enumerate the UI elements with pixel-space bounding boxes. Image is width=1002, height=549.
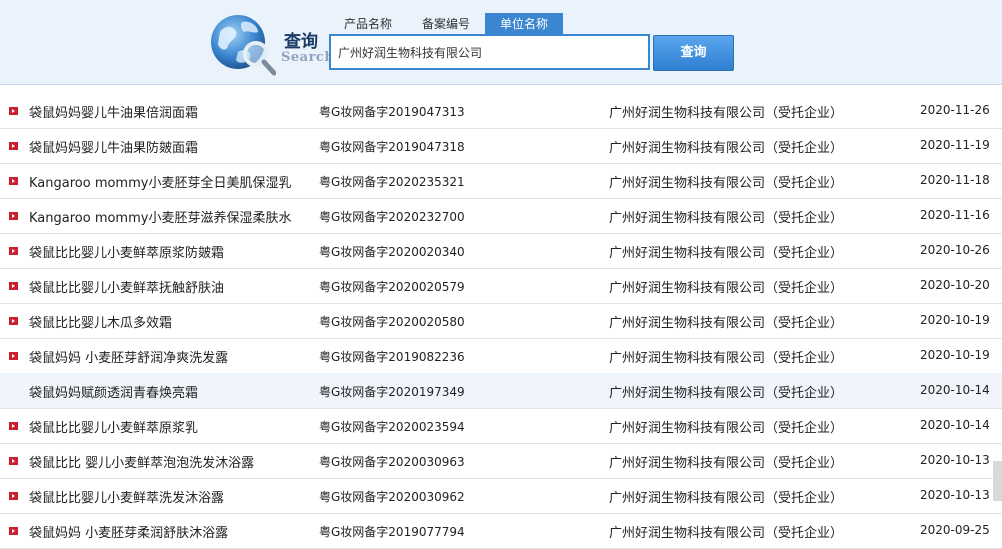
table-row[interactable]: 袋鼠比比婴儿小麦鲜萃洗发沐浴露 粤G妆网备字2020030962 广州好润生物科技有… bbox=[0, 478, 1002, 514]
record-number: 粤G妆网备字2020232700 bbox=[319, 210, 465, 224]
product-name-link[interactable]: 袋鼠妈妈 小麦胚芽柔润舒肤沐浴露 bbox=[29, 522, 228, 541]
company-name: 广州好润生物科技有限公司（受托企业） bbox=[609, 351, 844, 366]
product-name-link[interactable]: 袋鼠比比婴儿小麦鲜萃洗发沐浴露 bbox=[29, 487, 224, 506]
arrow-bullet-icon bbox=[9, 107, 18, 115]
search-button[interactable]: 查询 bbox=[653, 35, 734, 71]
record-date: 2020-11-18 bbox=[920, 173, 990, 187]
record-number: 粤G妆网备字2020235321 bbox=[319, 175, 465, 189]
globe-magnifier-icon bbox=[211, 15, 276, 76]
record-number: 粤G妆网备字2020020579 bbox=[319, 280, 465, 294]
arrow-bullet-icon bbox=[9, 212, 18, 220]
table-row[interactable]: 袋鼠妈妈婴儿牛油果倍润面霜 粤G妆网备字2019047313 广州好润生物科技有限公… bbox=[0, 93, 1002, 129]
company-name: 广州好润生物科技有限公司（受托企业） bbox=[609, 106, 844, 121]
record-number: 粤G妆网备字2020030962 bbox=[319, 490, 465, 504]
record-number: 粤G妆网备字2019082236 bbox=[319, 350, 465, 364]
tab-record-number[interactable]: 备案编号 bbox=[408, 13, 484, 35]
arrow-bullet-icon bbox=[9, 317, 18, 325]
company-name: 广州好润生物科技有限公司（受托企业） bbox=[609, 456, 844, 471]
tab-product-name[interactable]: 产品名称 bbox=[330, 13, 406, 35]
record-date: 2020-11-19 bbox=[920, 138, 990, 152]
product-name-link[interactable]: 袋鼠妈妈婴儿牛油果倍润面霜 bbox=[29, 102, 198, 121]
record-number: 粤G妆网备字2020023594 bbox=[319, 420, 465, 434]
table-row[interactable]: Kangaroo mommy小麦胚芽滋养保湿柔肤水 粤G妆网备字202023270… bbox=[0, 198, 1002, 234]
company-name: 广州好润生物科技有限公司（受托企业） bbox=[609, 141, 844, 156]
table-row[interactable]: 袋鼠妈妈 小麦胚芽舒润净爽洗发露 粤G妆网备字2019082236 广州好润生物科技… bbox=[0, 338, 1002, 374]
product-name-link[interactable]: 袋鼠妈妈 小麦胚芽舒润净爽洗发露 bbox=[29, 347, 228, 366]
record-number: 粤G妆网备字2019047318 bbox=[319, 140, 465, 154]
company-name: 广州好润生物科技有限公司（受托企业） bbox=[609, 246, 844, 261]
record-number: 粤G妆网备字2019047313 bbox=[319, 105, 465, 119]
product-name-link[interactable]: 袋鼠比比婴儿小麦鲜萃原浆防皴霜 bbox=[29, 242, 224, 261]
company-name: 广州好润生物科技有限公司（受托企业） bbox=[609, 316, 844, 331]
product-name-link[interactable]: 袋鼠妈妈婴儿牛油果防皴面霜 bbox=[29, 137, 198, 156]
arrow-bullet-icon bbox=[9, 352, 18, 360]
record-date: 2020-11-26 bbox=[920, 103, 990, 117]
record-date: 2020-10-13 bbox=[920, 488, 990, 502]
product-name-link[interactable]: 袋鼠比比 婴儿小麦鲜萃泡泡洗发沐浴露 bbox=[29, 452, 254, 471]
record-date: 2020-10-19 bbox=[920, 348, 990, 362]
product-name-link[interactable]: 袋鼠比比婴儿小麦鲜萃抚触舒肤油 bbox=[29, 277, 224, 296]
arrow-bullet-icon bbox=[9, 177, 18, 185]
record-number: 粤G妆网备字2020020340 bbox=[319, 245, 465, 259]
arrow-bullet-icon bbox=[9, 492, 18, 500]
table-row[interactable]: 袋鼠比比婴儿小麦鲜萃原浆乳 粤G妆网备字2020023594 广州好润生物科技有限公… bbox=[0, 408, 1002, 444]
company-name: 广州好润生物科技有限公司（受托企业） bbox=[609, 421, 844, 436]
table-row[interactable]: 袋鼠比比婴儿小麦鲜萃原浆防皴霜 粤G妆网备字2020020340 广州好润生物科技有… bbox=[0, 233, 1002, 269]
search-header: 查询 Search 产品名称 备案编号 单位名称 查询 bbox=[0, 0, 1002, 85]
arrow-bullet-icon bbox=[9, 282, 18, 290]
record-number: 粤G妆网备字2020030963 bbox=[319, 455, 465, 469]
product-name-link[interactable]: Kangaroo mommy小麦胚芽全日美肌保湿乳 bbox=[29, 172, 291, 191]
search-subtitle: Search bbox=[281, 50, 335, 65]
company-name: 广州好润生物科技有限公司（受托企业） bbox=[609, 491, 844, 506]
arrow-bullet-icon bbox=[9, 457, 18, 465]
record-number: 粤G妆网备字2020020580 bbox=[319, 315, 465, 329]
arrow-bullet-icon bbox=[9, 142, 18, 150]
arrow-bullet-icon bbox=[9, 422, 18, 430]
company-name: 广州好润生物科技有限公司（受托企业） bbox=[609, 281, 844, 296]
table-row[interactable]: Kangaroo mommy小麦胚芽全日美肌保湿乳 粤G妆网备字202023532… bbox=[0, 163, 1002, 199]
record-date: 2020-10-20 bbox=[920, 278, 990, 292]
company-name: 广州好润生物科技有限公司（受托企业） bbox=[609, 211, 844, 226]
company-name: 广州好润生物科技有限公司（受托企业） bbox=[609, 176, 844, 191]
search-input[interactable] bbox=[329, 34, 650, 70]
arrow-bullet-icon bbox=[9, 527, 18, 535]
company-name: 广州好润生物科技有限公司（受托企业） bbox=[609, 386, 844, 401]
product-name-link[interactable]: Kangaroo mommy小麦胚芽滋养保湿柔肤水 bbox=[29, 207, 291, 226]
scrollbar-thumb[interactable] bbox=[993, 461, 1002, 501]
record-date: 2020-10-13 bbox=[920, 453, 990, 467]
product-name-link[interactable]: 袋鼠妈妈赋颜透润青春焕亮霜 bbox=[29, 382, 198, 401]
record-date: 2020-10-19 bbox=[920, 313, 990, 327]
company-name: 广州好润生物科技有限公司（受托企业） bbox=[609, 526, 844, 541]
record-number: 粤G妆网备字2020197349 bbox=[319, 385, 465, 399]
record-date: 2020-09-25 bbox=[920, 523, 990, 537]
table-row[interactable]: 袋鼠妈妈 小麦胚芽柔润舒肤沐浴露 粤G妆网备字2019077794 广州好润生物科技… bbox=[0, 513, 1002, 549]
table-row[interactable]: 袋鼠妈妈婴儿牛油果防皴面霜 粤G妆网备字2019047318 广州好润生物科技有限公… bbox=[0, 128, 1002, 164]
record-number: 粤G妆网备字2019077794 bbox=[319, 525, 465, 539]
table-row[interactable]: 袋鼠妈妈赋颜透润青春焕亮霜 粤G妆网备字2020197349 广州好润生物科技有限公… bbox=[0, 373, 1002, 409]
table-row[interactable]: 袋鼠比比 婴儿小麦鲜萃泡泡洗发沐浴露 粤G妆网备字2020030963 广州好润生物… bbox=[0, 443, 1002, 479]
record-date: 2020-10-14 bbox=[920, 383, 990, 397]
record-date: 2020-10-14 bbox=[920, 418, 990, 432]
search-title: 查询 bbox=[284, 32, 318, 52]
table-row[interactable]: 袋鼠比比婴儿小麦鲜萃抚触舒肤油 粤G妆网备字2020020579 广州好润生物科技有… bbox=[0, 268, 1002, 304]
tab-company-name[interactable]: 单位名称 bbox=[485, 13, 563, 35]
record-date: 2020-11-16 bbox=[920, 208, 990, 222]
product-name-link[interactable]: 袋鼠比比婴儿小麦鲜萃原浆乳 bbox=[29, 417, 198, 436]
table-row[interactable]: 袋鼠比比婴儿木瓜多效霜 粤G妆网备字2020020580 广州好润生物科技有限公司（… bbox=[0, 303, 1002, 339]
product-name-link[interactable]: 袋鼠比比婴儿木瓜多效霜 bbox=[29, 312, 172, 331]
record-date: 2020-10-26 bbox=[920, 243, 990, 257]
arrow-bullet-icon bbox=[9, 247, 18, 255]
